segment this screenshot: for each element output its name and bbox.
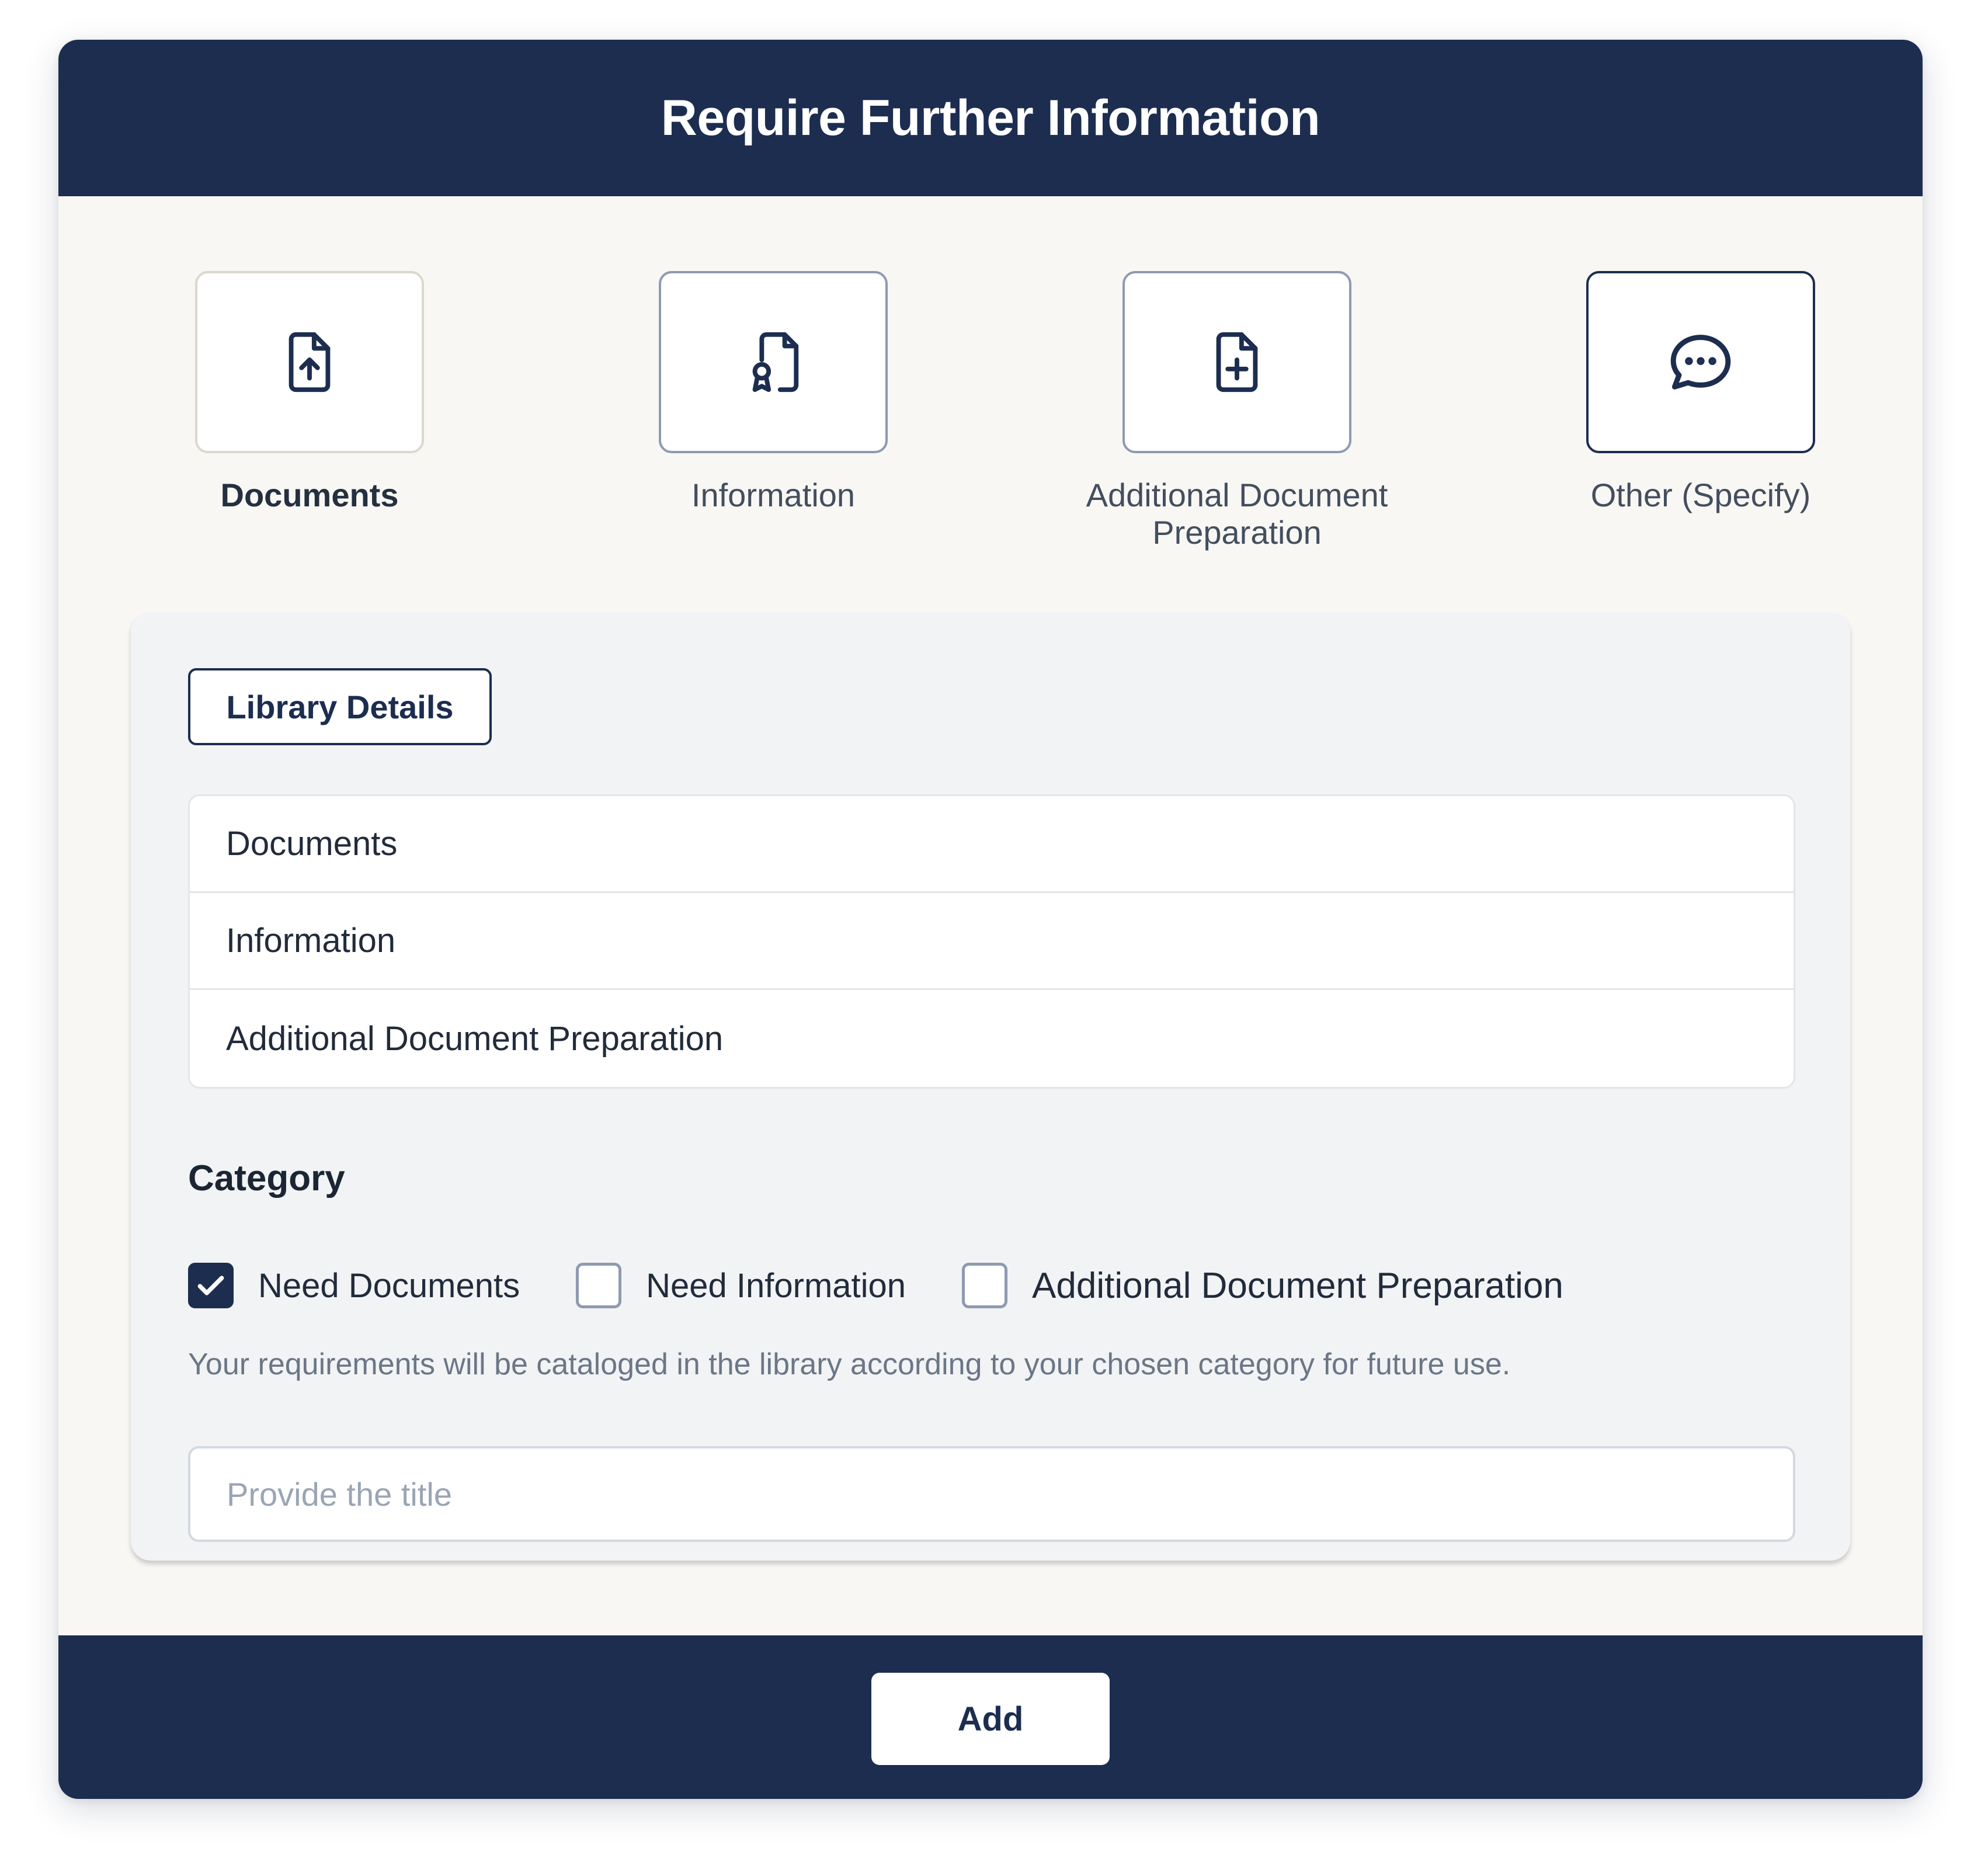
need-information-label: Need Information: [646, 1266, 906, 1305]
category-option-additional-document-preparation[interactable]: Additional Document Preparation: [962, 1263, 1563, 1308]
type-option-information[interactable]: Information: [610, 271, 937, 514]
modal-title: Require Further Information: [661, 89, 1320, 146]
modal-footer: Add: [58, 1635, 1923, 1799]
type-option-box[interactable]: [1122, 271, 1351, 453]
type-option-label: Other (Specify): [1590, 477, 1811, 513]
additional-document-preparation-label: Additional Document Preparation: [1032, 1265, 1563, 1306]
title-input[interactable]: [188, 1446, 1795, 1542]
checkmark-icon: [197, 1276, 224, 1295]
library-details-button[interactable]: Library Details: [188, 668, 492, 745]
library-item-documents[interactable]: Documents: [190, 796, 1794, 893]
chat-bubble-icon: [1670, 335, 1731, 390]
library-item-additional-document-preparation[interactable]: Additional Document Preparation: [190, 990, 1794, 1087]
require-info-modal: Require Further Information Documents In…: [58, 40, 1923, 1799]
add-button[interactable]: Add: [871, 1673, 1110, 1765]
modal-header: Require Further Information: [58, 40, 1923, 196]
additional-document-preparation-checkbox[interactable]: [962, 1263, 1008, 1308]
type-option-additional-document-preparation[interactable]: Additional Document Preparation: [1073, 271, 1400, 551]
type-option-box[interactable]: [659, 271, 888, 453]
category-hint: Your requirements will be cataloged in t…: [188, 1347, 1511, 1381]
file-upload-icon: [289, 332, 331, 392]
file-plus-icon: [1216, 332, 1258, 392]
category-options: Need Documents Need Information Addition…: [188, 1263, 1619, 1308]
need-documents-checkbox[interactable]: [188, 1263, 234, 1308]
library-list: Documents Information Additional Documen…: [188, 794, 1795, 1089]
library-panel: Library Details Documents Information Ad…: [131, 612, 1850, 1561]
type-option-other[interactable]: Other (Specify): [1537, 271, 1864, 514]
type-option-documents[interactable]: Documents: [146, 271, 473, 514]
category-heading: Category: [188, 1158, 345, 1198]
type-option-box[interactable]: [1586, 271, 1815, 453]
type-option-label: Information: [691, 477, 856, 513]
need-documents-label: Need Documents: [258, 1266, 520, 1305]
category-option-need-information[interactable]: Need Information: [576, 1263, 906, 1308]
type-option-label: Additional Document Preparation: [1086, 477, 1388, 551]
file-certificate-icon: [752, 332, 799, 392]
category-option-need-documents[interactable]: Need Documents: [188, 1263, 520, 1308]
library-item-information[interactable]: Information: [190, 893, 1794, 990]
need-information-checkbox[interactable]: [576, 1263, 622, 1308]
type-option-label: Documents: [220, 477, 399, 513]
type-option-box[interactable]: [195, 271, 424, 453]
